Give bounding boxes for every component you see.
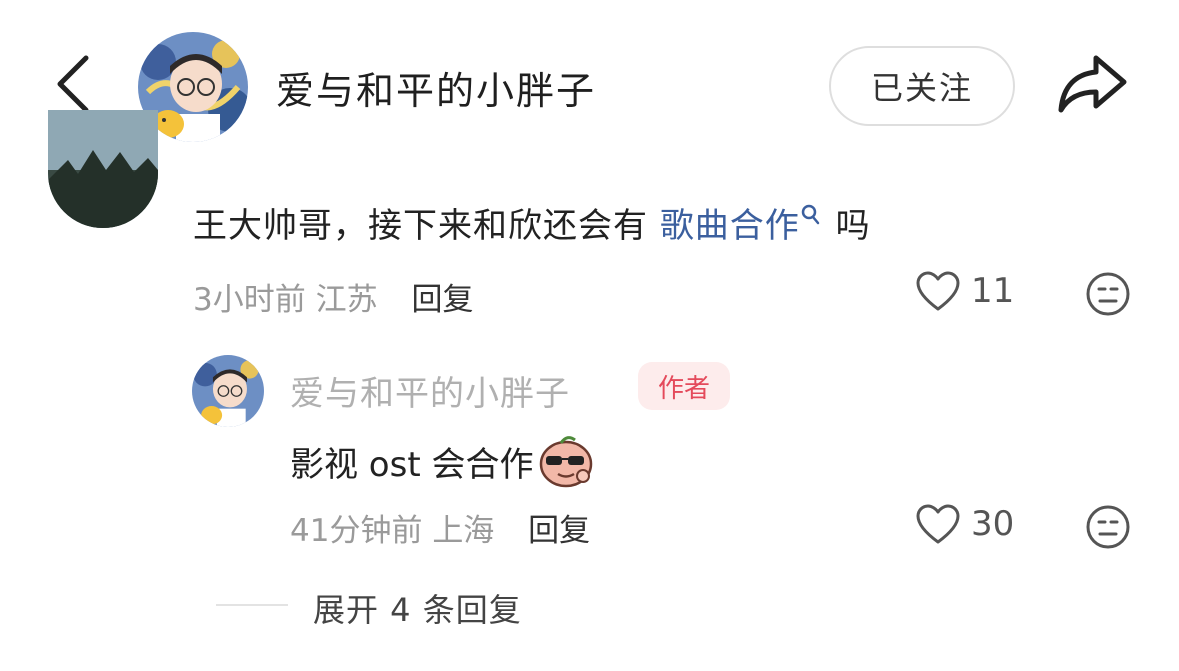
reply-reply-button[interactable]: 回复 — [528, 513, 590, 549]
comment-meta: 3小时前 江苏 回复 — [193, 274, 473, 319]
share-icon[interactable] — [1056, 52, 1130, 116]
reply-meta: 41分钟前 上海 回复 — [290, 505, 590, 550]
comment-like-button[interactable]: 11 — [915, 270, 1014, 312]
commenter-avatar[interactable] — [48, 110, 158, 228]
author-badge: 作者 — [638, 362, 730, 410]
reply-text: 影视 ost 会合作 — [290, 434, 595, 488]
reply-like-count: 30 — [971, 504, 1015, 544]
reply-text-content: 影视 ost 会合作 — [290, 444, 534, 485]
comment-location: 江苏 — [315, 282, 378, 318]
emoji-reaction-icon[interactable] — [1084, 503, 1132, 551]
expand-replies-button[interactable]: 展开 4 条回复 — [313, 585, 522, 631]
comment-reply-button[interactable]: 回复 — [411, 282, 473, 318]
topic-link[interactable]: 歌曲合作 — [660, 206, 800, 246]
comment-text-after: 吗 — [823, 206, 871, 246]
comment-text: 王大帅哥，接下来和欣还会有 歌曲合作 吗 — [193, 198, 871, 247]
comment-like-count: 11 — [971, 271, 1015, 311]
reply-author-name[interactable]: 爱与和平的小胖子 — [290, 366, 570, 415]
expand-divider — [216, 604, 288, 606]
comment-text-before: 王大帅哥，接下来和欣还会有 — [193, 206, 660, 246]
heart-icon — [916, 271, 960, 311]
search-icon — [801, 204, 820, 224]
reply-author-avatar[interactable] — [192, 355, 264, 427]
comment-time: 3小时前 — [193, 282, 306, 318]
heart-icon — [916, 504, 960, 544]
follow-button[interactable]: 已关注 — [829, 46, 1015, 126]
reply-like-button[interactable]: 30 — [915, 503, 1014, 545]
emoji-reaction-icon[interactable] — [1084, 270, 1132, 318]
reply-time: 41分钟前 — [290, 513, 423, 549]
author-name[interactable]: 爱与和平的小胖子 — [276, 60, 596, 115]
reply-location: 上海 — [432, 513, 495, 549]
back-arrow-icon[interactable] — [48, 52, 100, 116]
cool-sticker-icon — [540, 436, 593, 488]
